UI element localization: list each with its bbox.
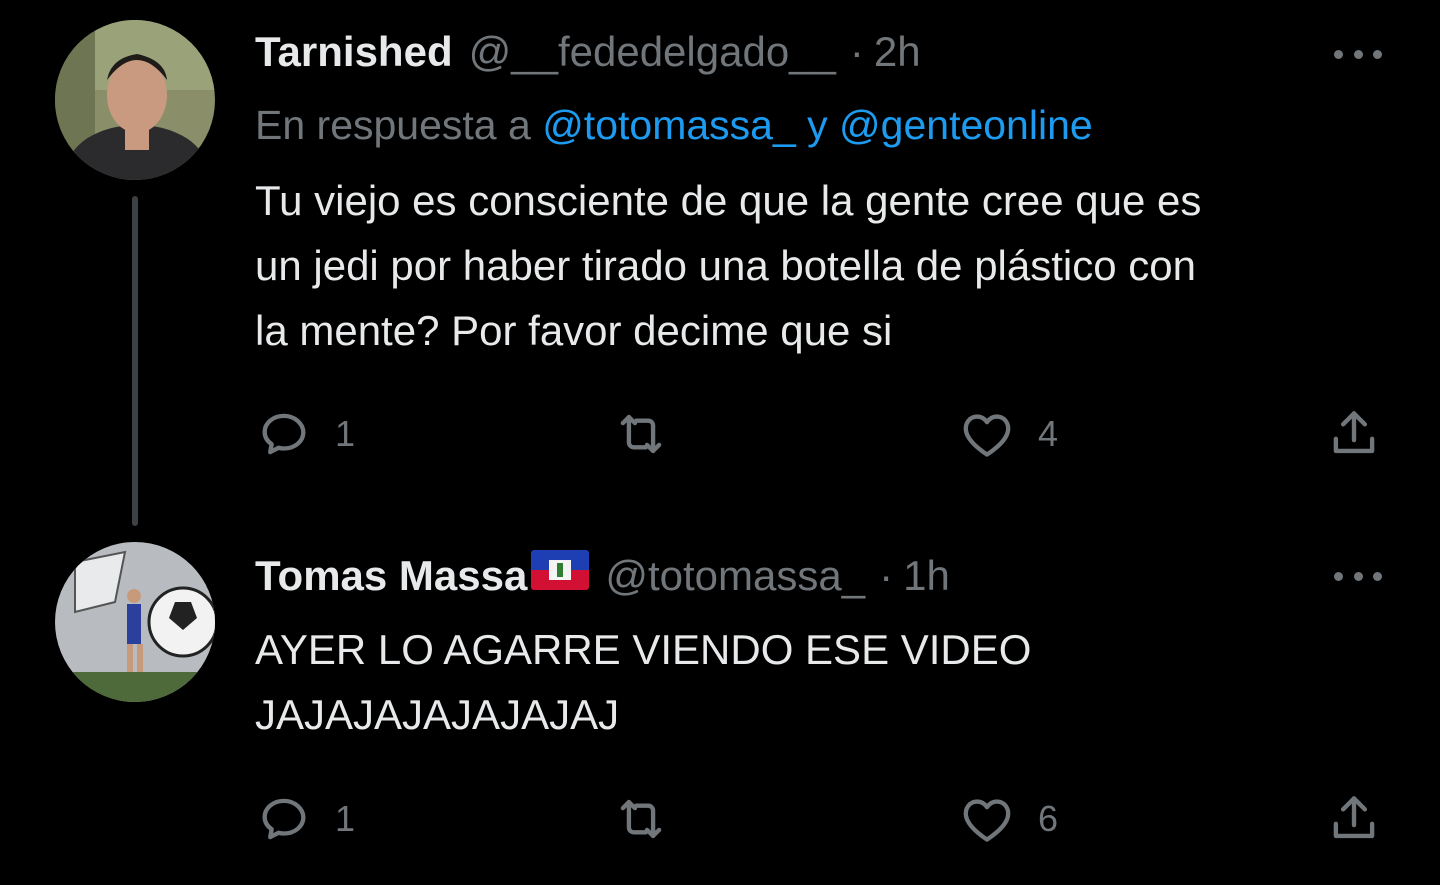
- like-count: 4: [1038, 413, 1059, 454]
- author-name[interactable]: Tomas Massa: [255, 552, 527, 600]
- tweet-actions: 1 6: [0, 790, 1440, 860]
- share-button[interactable]: [1325, 405, 1383, 463]
- like-button[interactable]: 4: [958, 405, 1058, 463]
- avatar-photo-tarnished: [55, 20, 215, 180]
- heart-icon: [963, 414, 1011, 457]
- tweet-text: Tu viejo es consciente de que la gente c…: [255, 177, 1202, 354]
- author-handle[interactable]: @__fededelgado__: [469, 28, 836, 76]
- tweet-actions: 1 4: [0, 405, 1440, 475]
- tweet-header: Tarnished @__fededelgado__ · 2h: [255, 28, 921, 76]
- heart-icon: [963, 799, 1011, 842]
- retweet-icon: [620, 414, 662, 454]
- like-count: 6: [1038, 798, 1059, 839]
- like-button[interactable]: 6: [958, 790, 1058, 848]
- separator-dot: ·: [849, 28, 864, 75]
- reply-button[interactable]: 1: [255, 405, 355, 463]
- tweet-text: AYER LO AGARRE VIENDO ESE VIDEO JAJAJAJA…: [255, 626, 1032, 738]
- author-name[interactable]: Tarnished: [255, 28, 453, 76]
- avatar-photo-tomas-massa: [55, 542, 215, 702]
- more-icon[interactable]: [1334, 44, 1382, 64]
- replying-to: En respuesta a @totomassa_ y @genteonlin…: [255, 102, 1093, 149]
- reply-button[interactable]: 1: [255, 790, 355, 848]
- tweet-header: Tomas Massa @totomassa_ · 1h: [255, 550, 950, 600]
- share-button[interactable]: [1325, 790, 1383, 848]
- reply-count: 1: [335, 798, 356, 839]
- haiti-flag-icon: [531, 550, 590, 590]
- avatar-tomas-massa[interactable]: [55, 542, 215, 702]
- replying-mentions[interactable]: @totomassa_ y @genteonline: [542, 102, 1093, 148]
- avatar-tarnished[interactable]: [55, 20, 215, 180]
- reply-icon: [262, 798, 306, 840]
- author-handle[interactable]: @totomassa_: [605, 552, 865, 600]
- share-icon: [1333, 796, 1375, 839]
- more-icon[interactable]: [1334, 566, 1382, 586]
- retweet-button[interactable]: [612, 405, 670, 463]
- tweet-timestamp[interactable]: 1h: [903, 552, 950, 600]
- replying-prefix: En respuesta a: [255, 102, 543, 148]
- retweet-icon: [620, 799, 662, 839]
- tweet-tarnished[interactable]: Tarnished @__fededelgado__ · 2h En respu…: [0, 0, 1440, 540]
- thread-line: [132, 196, 138, 526]
- share-icon: [1333, 411, 1375, 454]
- tweet-tomas-massa[interactable]: Tomas Massa @totomassa_ · 1h AYER LO AGA…: [0, 540, 1440, 885]
- retweet-button[interactable]: [612, 790, 670, 848]
- tweet-timestamp[interactable]: 2h: [874, 28, 921, 76]
- reply-icon: [262, 413, 306, 455]
- reply-count: 1: [335, 413, 356, 454]
- separator-dot: ·: [879, 552, 894, 599]
